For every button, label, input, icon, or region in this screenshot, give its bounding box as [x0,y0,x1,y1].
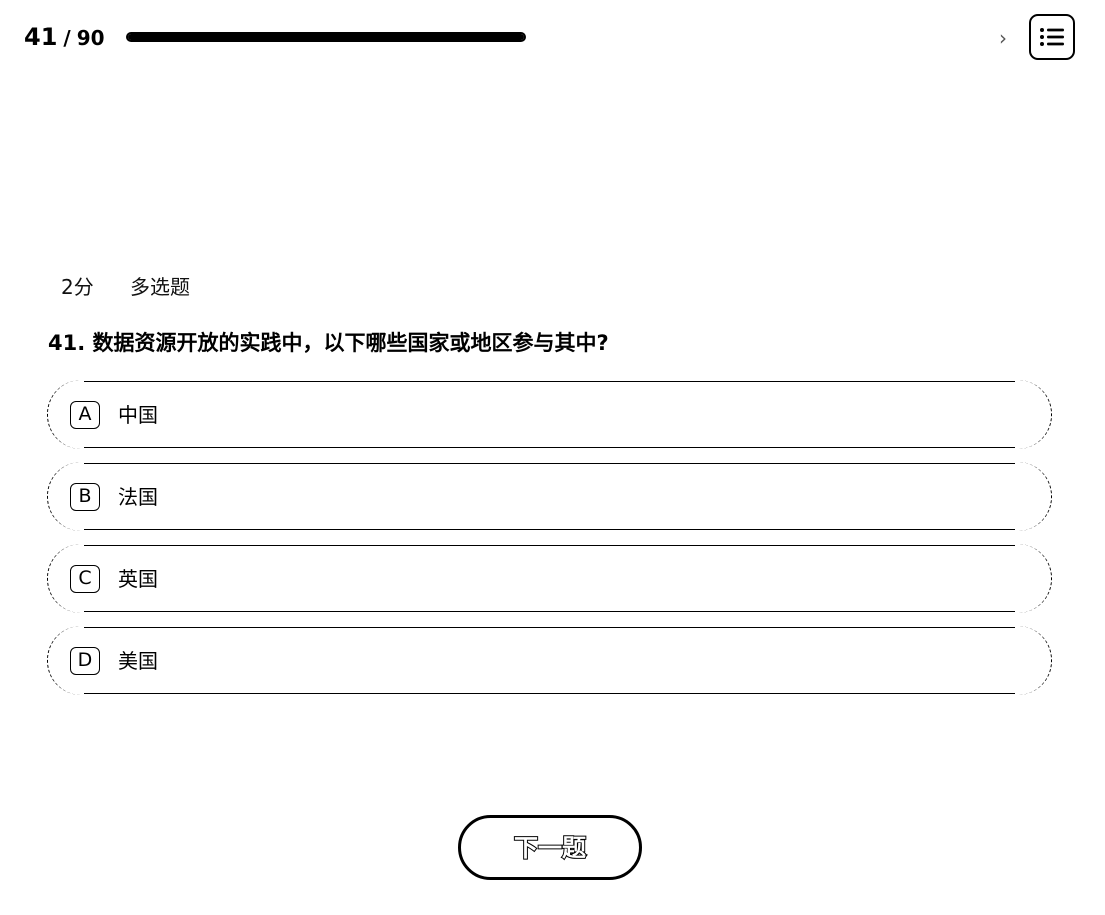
progress-bar [126,32,526,42]
question-counter: 41/90 [24,22,105,53]
option-label: 法国 [118,485,158,509]
option-edge [1015,626,1052,695]
option-edge [1015,380,1052,449]
option-c[interactable]: C 英国 [47,544,1052,613]
option-letter-badge: A [70,401,100,429]
option-label: 英国 [118,567,158,591]
option-letter-badge: D [70,647,100,675]
progress-bar-fill [128,34,524,40]
question-list-button[interactable] [1029,14,1075,60]
option-edge [1015,544,1052,613]
chevron-right-icon[interactable]: › [995,24,1011,52]
option-letter-badge: B [70,483,100,511]
question-text: 41. 数据资源开放的实践中，以下哪些国家或地区参与其中? [48,331,609,355]
current-question-number: 41 [24,23,58,51]
option-a[interactable]: A 中国 [47,380,1052,449]
option-edge [1015,462,1052,531]
counter-separator: / [63,26,71,50]
option-letter-badge: C [70,565,100,593]
question-score: 2分 [61,275,94,299]
option-d[interactable]: D 美国 [47,626,1052,695]
option-label: 美国 [118,649,158,673]
question-type: 多选题 [130,275,190,299]
total-question-count: 90 [76,26,105,50]
option-label: 中国 [118,403,158,427]
next-question-button[interactable]: 下一题 [458,815,642,880]
option-b[interactable]: B 法国 [47,462,1052,531]
list-icon [1040,28,1064,46]
